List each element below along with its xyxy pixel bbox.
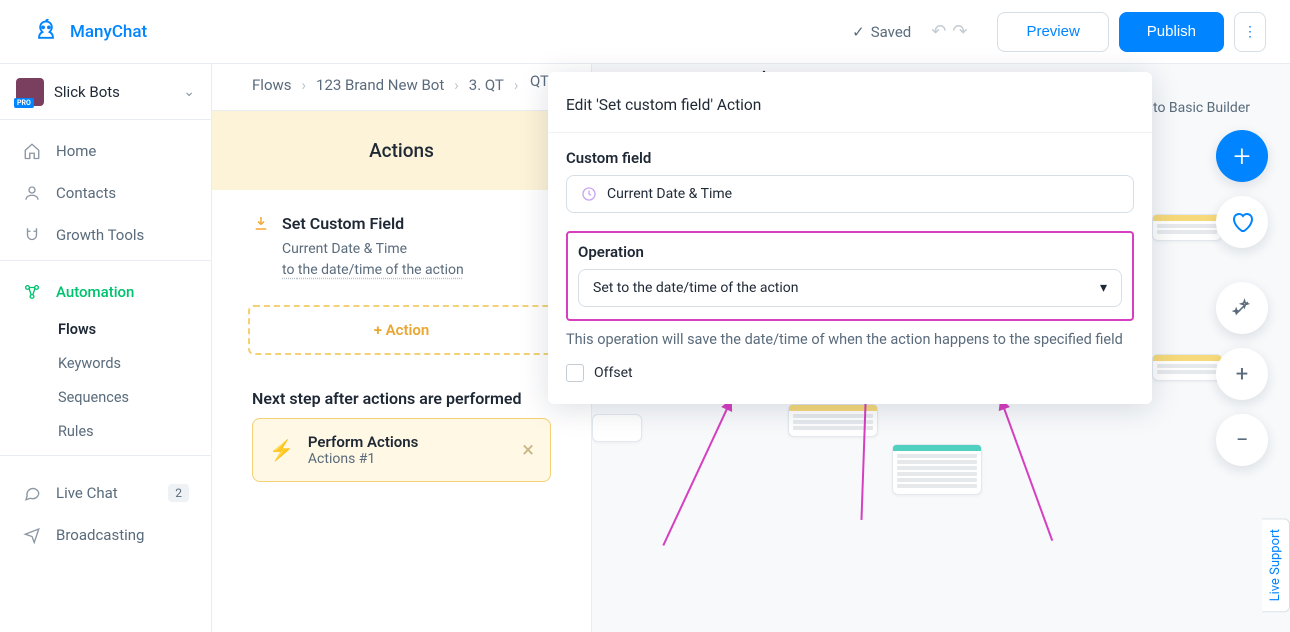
- sidebar-label: Automation: [56, 283, 134, 301]
- magic-button[interactable]: [1216, 282, 1268, 334]
- download-icon: [252, 214, 270, 281]
- brand-logo[interactable]: ManyChat: [0, 0, 212, 63]
- canvas-node[interactable]: [892, 444, 982, 495]
- preview-button[interactable]: Preview: [997, 12, 1108, 52]
- offset-label: Offset: [594, 365, 633, 381]
- canvas-node[interactable]: [1152, 354, 1222, 381]
- action-value: the date/time of the action: [298, 262, 464, 278]
- sidebar-item-growth[interactable]: Growth Tools: [0, 214, 211, 256]
- operation-help-text: This operation will save the date/time o…: [566, 329, 1134, 350]
- sidebar-sub-rules[interactable]: Rules: [0, 415, 211, 449]
- logo-icon: [32, 18, 60, 46]
- close-icon[interactable]: ×: [522, 438, 534, 463]
- magnet-icon: [22, 226, 42, 244]
- sidebar-label: Live Chat: [56, 484, 118, 502]
- next-step-sub: Actions #1: [308, 451, 418, 467]
- workspace-switcher[interactable]: PRO Slick Bots ⌄: [0, 64, 211, 120]
- actions-panel-title: Actions: [212, 110, 591, 190]
- action-prefix: to: [282, 262, 298, 278]
- zoom-in-button[interactable]: +: [1216, 348, 1268, 400]
- add-action-button[interactable]: + Action: [248, 305, 555, 355]
- check-icon: ✓: [852, 23, 865, 41]
- next-step-heading: Next step after actions are performed: [212, 355, 591, 418]
- redo-icon[interactable]: ↷: [952, 21, 967, 42]
- operation-label: Operation: [578, 243, 1122, 261]
- home-icon: [22, 142, 42, 160]
- sidebar-item-broadcasting[interactable]: Broadcasting: [0, 514, 211, 556]
- chat-icon: [22, 484, 42, 502]
- custom-field-select[interactable]: Current Date & Time: [566, 175, 1134, 213]
- workspace-name: Slick Bots: [54, 83, 173, 101]
- sidebar-label: Broadcasting: [56, 526, 144, 544]
- sidebar: PRO Slick Bots ⌄ Home Contacts Growth To…: [0, 64, 212, 632]
- sidebar-label: Contacts: [56, 184, 116, 202]
- pro-badge: PRO: [14, 98, 34, 108]
- automation-icon: [22, 283, 42, 301]
- caret-down-icon: ▾: [1100, 280, 1107, 296]
- undo-icon[interactable]: ↶: [931, 21, 946, 42]
- breadcrumb-item[interactable]: 3. QT: [469, 76, 504, 94]
- sidebar-label: Home: [56, 142, 96, 160]
- brand-name: ManyChat: [70, 22, 147, 42]
- sidebar-sub-sequences[interactable]: Sequences: [0, 381, 211, 415]
- sidebar-item-livechat[interactable]: Live Chat 2: [0, 472, 211, 514]
- sidebar-label: Growth Tools: [56, 226, 144, 244]
- publish-button[interactable]: Publish: [1119, 12, 1224, 52]
- modal-title: Edit 'Set custom field' Action: [548, 72, 1152, 133]
- chevron-down-icon: ⌄: [183, 84, 195, 100]
- favorites-button[interactable]: [1216, 196, 1268, 248]
- operation-value: Set to the date/time of the action: [593, 280, 798, 296]
- action-title: Set Custom Field: [282, 214, 464, 233]
- bolt-icon: ⚡: [269, 438, 294, 462]
- action-set-custom-field[interactable]: Set Custom Field Current Date & Time to …: [252, 214, 551, 281]
- sidebar-sub-keywords[interactable]: Keywords: [0, 347, 211, 381]
- sidebar-item-contacts[interactable]: Contacts: [0, 172, 211, 214]
- canvas-node[interactable]: [592, 414, 642, 442]
- clock-icon: [581, 186, 597, 202]
- workspace-avatar: PRO: [16, 78, 44, 106]
- breadcrumb-item[interactable]: Flows: [252, 76, 292, 94]
- edit-action-modal: Edit 'Set custom field' Action Custom fi…: [548, 72, 1152, 404]
- livechat-count-badge: 2: [168, 484, 189, 502]
- sidebar-item-home[interactable]: Home: [0, 130, 211, 172]
- canvas-node[interactable]: [1152, 214, 1222, 241]
- action-field-name: Current Date & Time: [282, 239, 464, 260]
- operation-highlight-box: Operation Set to the date/time of the ac…: [566, 231, 1134, 321]
- zoom-out-button[interactable]: −: [1216, 414, 1268, 466]
- saved-label: Saved: [871, 23, 912, 41]
- saved-indicator: ✓ Saved: [852, 23, 911, 41]
- live-support-tab[interactable]: Live Support: [1262, 518, 1290, 612]
- add-node-button[interactable]: +: [1216, 130, 1268, 182]
- actions-panel: Flows› 123 Brand New Bot› 3. QT› Actions…: [212, 64, 592, 632]
- kebab-icon: ⋮: [1243, 24, 1257, 40]
- next-step-card[interactable]: ⚡ Perform Actions Actions #1 ×: [252, 418, 551, 482]
- next-step-title: Perform Actions: [308, 433, 418, 451]
- breadcrumb-item[interactable]: 123 Brand New Bot: [316, 76, 444, 94]
- user-icon: [22, 184, 42, 202]
- custom-field-value: Current Date & Time: [607, 186, 732, 202]
- custom-field-label: Custom field: [566, 149, 1134, 167]
- broadcast-icon: [22, 526, 42, 544]
- offset-checkbox[interactable]: [566, 364, 584, 382]
- sidebar-item-automation[interactable]: Automation: [0, 271, 211, 313]
- more-menu-button[interactable]: ⋮: [1234, 12, 1266, 52]
- sidebar-sub-flows[interactable]: Flows: [0, 313, 211, 347]
- operation-select[interactable]: Set to the date/time of the action ▾: [578, 269, 1122, 307]
